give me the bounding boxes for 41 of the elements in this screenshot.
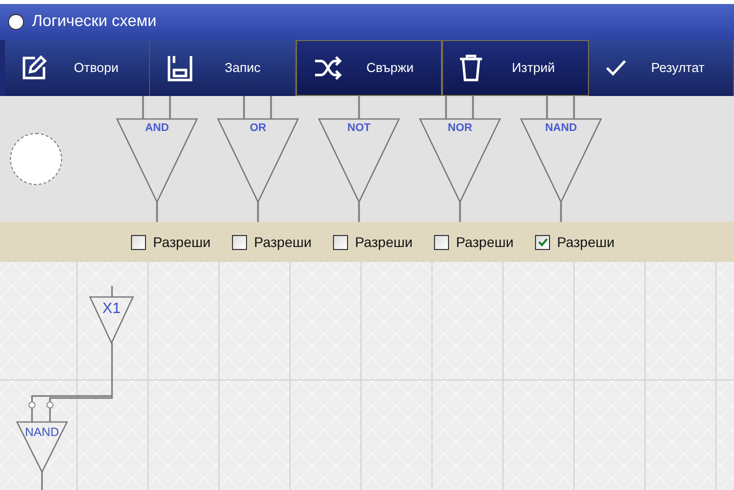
connector-dot[interactable] [28, 402, 36, 408]
gate-label: X1 [102, 300, 121, 317]
gate-label: NOT [347, 122, 371, 134]
toolbar-button[interactable]: Свържи [296, 40, 442, 96]
gate-symbol[interactable] [116, 118, 198, 204]
toolbar-button[interactable]: Отвори [5, 40, 150, 96]
gate-symbol[interactable] [88, 296, 134, 345]
checkbox[interactable] [434, 234, 449, 250]
check-icon [604, 59, 627, 77]
toolbar-button[interactable]: Изтрий [442, 40, 589, 96]
check-icon [538, 238, 548, 246]
checkbox-label: Разреши [456, 232, 514, 252]
gate-label: OR [250, 122, 266, 134]
gate-symbol[interactable] [418, 118, 502, 204]
shuffle-icon [312, 56, 343, 80]
save-icon [166, 54, 194, 82]
checkbox[interactable] [333, 234, 348, 250]
checkbox-label: Разреши [153, 232, 211, 252]
checkbox-label: Разреши [557, 232, 615, 252]
gate-symbol[interactable] [318, 118, 400, 204]
window-title: Логически схеми [32, 12, 156, 32]
toolbar-button[interactable]: Резултат [588, 40, 734, 96]
connector-dot[interactable] [46, 402, 54, 408]
trash-icon [459, 54, 484, 82]
checkbox[interactable] [232, 234, 247, 250]
circle-drawing[interactable] [10, 133, 62, 185]
gate-symbol[interactable] [16, 421, 68, 474]
checkbox-label: Разреши [355, 232, 413, 252]
app-logo-icon [8, 14, 24, 30]
gate-symbol[interactable] [216, 118, 300, 204]
gate-label: NAND [545, 122, 577, 134]
canvas[interactable]: X1 NAND [0, 262, 734, 490]
checkbox[interactable] [535, 234, 550, 250]
toolbar-button[interactable]: Запис [150, 40, 296, 96]
checkbox-label: Разреши [254, 232, 312, 252]
gate-label: NAND [25, 425, 59, 439]
checkbox[interactable] [131, 234, 146, 250]
gate-symbol[interactable] [520, 118, 602, 204]
gate-label: NOR [448, 122, 472, 134]
gate-label: AND [145, 122, 169, 134]
edit-icon [21, 55, 47, 81]
